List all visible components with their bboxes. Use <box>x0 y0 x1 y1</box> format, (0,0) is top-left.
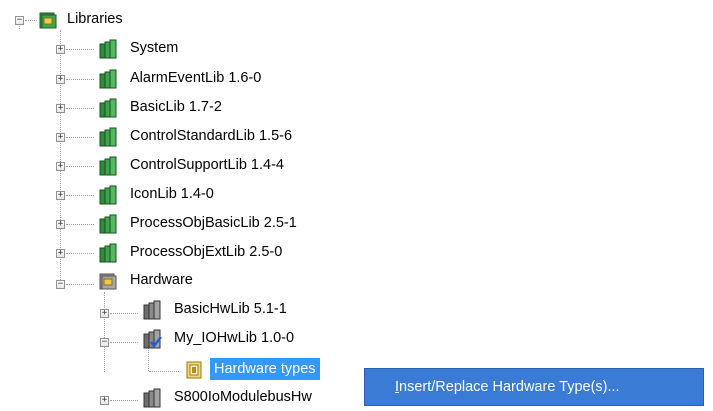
libraries-folder-icon <box>39 12 57 29</box>
tree-item-system[interactable]: System <box>127 37 181 59</box>
tree-item-controlstandardlib[interactable]: ControlStandardLib 1.5-6 <box>127 125 295 147</box>
library-icon <box>99 156 117 176</box>
tree-connector <box>110 400 138 401</box>
tree-item-hardware-types[interactable]: Hardware types <box>210 358 320 380</box>
tree-connector <box>66 195 94 196</box>
expand-toggle[interactable]: + <box>56 45 65 54</box>
collapse-toggle[interactable]: − <box>15 16 24 25</box>
tree-item-basichwlib[interactable]: BasicHwLib 5.1-1 <box>171 298 290 320</box>
tree-item-alarmeventlib[interactable]: AlarmEventLib 1.6-0 <box>127 67 264 89</box>
library-icon <box>99 127 117 147</box>
library-icon <box>99 185 117 205</box>
hardware-library-icon <box>143 388 161 408</box>
menu-item-label: nsert/Replace Hardware Type(s)... <box>399 379 620 395</box>
library-icon <box>99 214 117 234</box>
insert-replace-hardware-types-menu-item[interactable]: Insert/Replace Hardware Type(s)... <box>365 369 703 405</box>
tree-connector <box>149 371 179 372</box>
tree-item-processobjextlib[interactable]: ProcessObjExtLib 2.5-0 <box>127 241 285 263</box>
expand-toggle[interactable]: + <box>56 162 65 171</box>
tree-connector <box>25 20 37 21</box>
expand-toggle[interactable]: + <box>100 396 109 405</box>
expand-toggle[interactable]: + <box>56 133 65 142</box>
hardware-types-icon <box>186 361 202 379</box>
collapse-toggle[interactable]: − <box>56 280 65 289</box>
hardware-library-checked-icon <box>143 329 162 349</box>
tree-item-libraries[interactable]: Libraries <box>64 8 126 30</box>
tree-connector <box>66 49 94 50</box>
library-icon <box>99 243 117 263</box>
context-menu: Insert/Replace Hardware Type(s)... <box>364 368 704 406</box>
tree-connector <box>66 224 94 225</box>
expand-toggle[interactable]: + <box>56 75 65 84</box>
tree-connector <box>66 166 94 167</box>
tree-connector <box>110 313 138 314</box>
hardware-folder-icon <box>99 273 117 290</box>
tree-item-my-iohwlib[interactable]: My_IOHwLib 1.0-0 <box>171 327 297 349</box>
tree-item-hardware[interactable]: Hardware <box>127 269 196 291</box>
tree-connector <box>66 79 94 80</box>
tree-item-s800iomodulebushw[interactable]: S800IoModulebusHw <box>171 386 315 408</box>
tree-connector <box>66 108 94 109</box>
tree-item-controlsupportlib[interactable]: ControlSupportLib 1.4-4 <box>127 154 287 176</box>
expand-toggle[interactable]: + <box>56 249 65 258</box>
hardware-library-icon <box>143 300 161 320</box>
tree-guide-line <box>148 346 149 371</box>
library-icon <box>99 39 117 59</box>
tree-guide-line <box>19 26 20 29</box>
library-icon <box>99 69 117 89</box>
tree-item-iconlib[interactable]: IconLib 1.4-0 <box>127 183 217 205</box>
tree-item-processobjbasiclib[interactable]: ProcessObjBasicLib 2.5-1 <box>127 212 300 234</box>
tree-item-basiclib[interactable]: BasicLib 1.7-2 <box>127 96 225 118</box>
expand-toggle[interactable]: + <box>56 104 65 113</box>
tree-connector <box>66 253 94 254</box>
expand-toggle[interactable]: + <box>100 309 109 318</box>
expand-toggle[interactable]: + <box>56 220 65 229</box>
library-icon <box>99 98 117 118</box>
tree-guide-line <box>104 292 105 372</box>
library-tree: − Libraries + System + AlarmEventLib 1.6… <box>0 0 713 411</box>
tree-connector <box>110 342 138 343</box>
tree-connector <box>66 284 94 285</box>
tree-connector <box>66 137 94 138</box>
collapse-toggle[interactable]: − <box>100 338 109 347</box>
expand-toggle[interactable]: + <box>56 191 65 200</box>
